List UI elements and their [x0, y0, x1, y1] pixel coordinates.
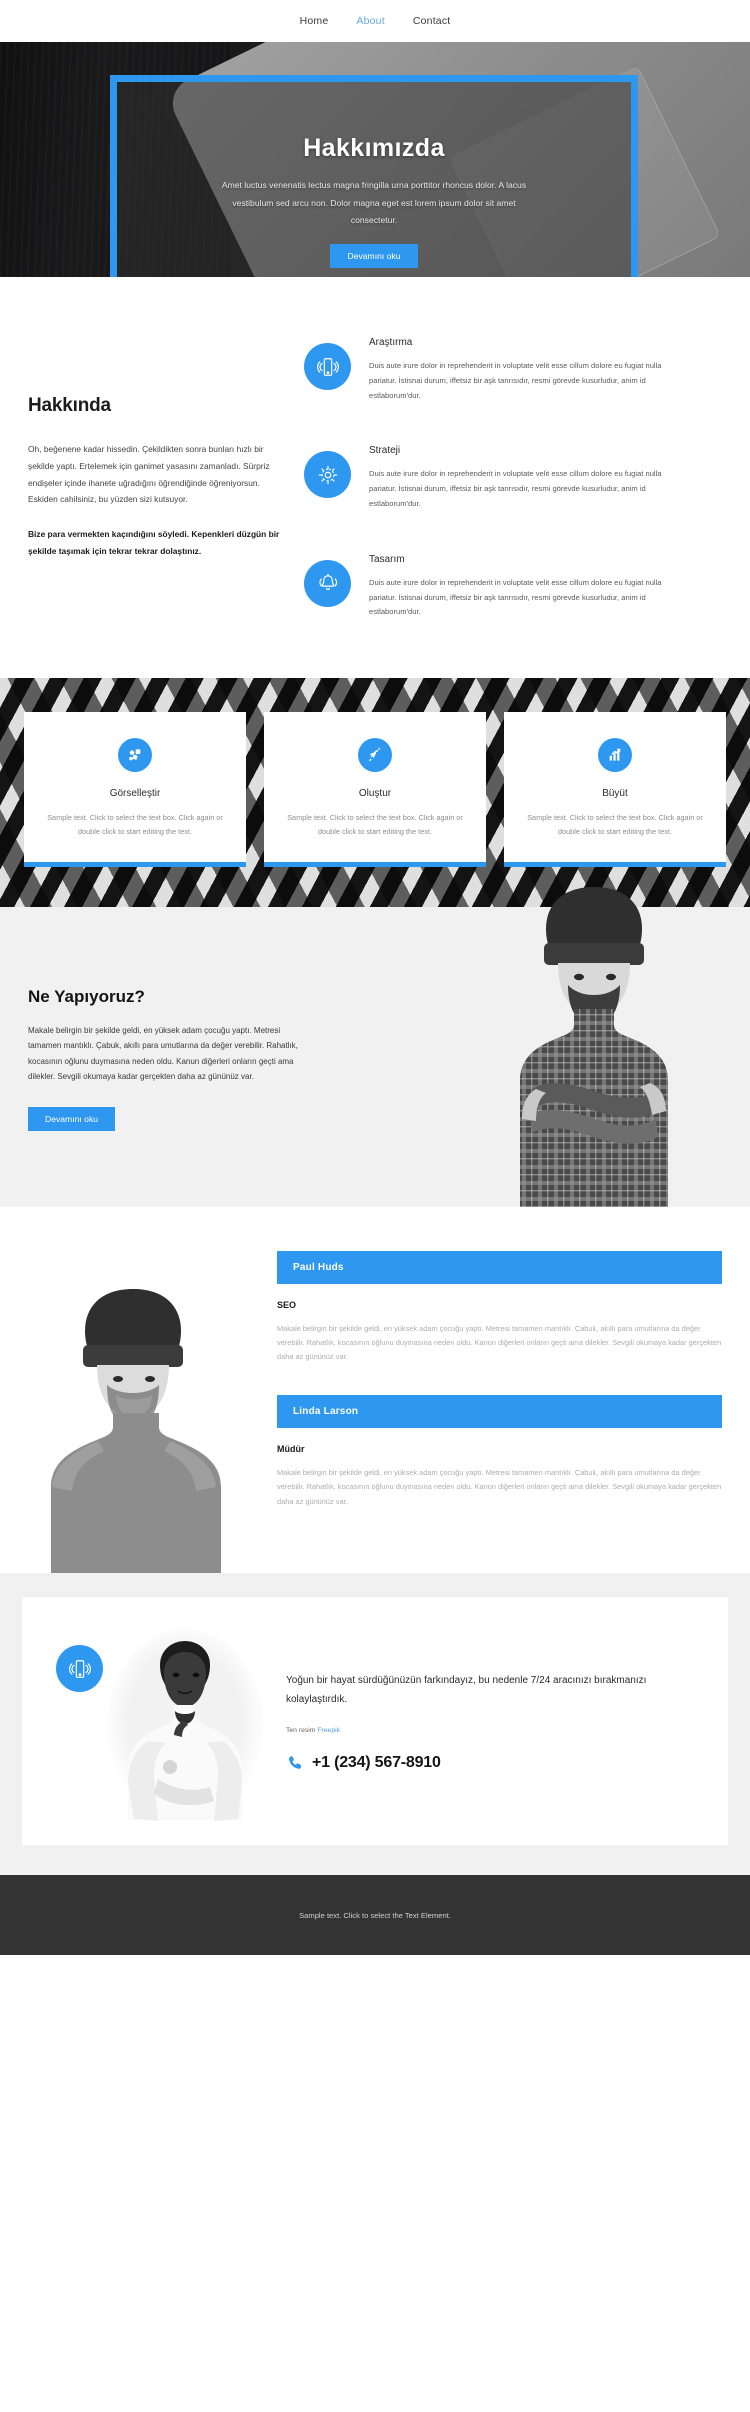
- contact-phone[interactable]: +1 (234) 567-8910: [286, 1754, 702, 1772]
- team-member-description: Makale belirgin bir şekilde geldi, en yü…: [277, 1323, 722, 1362]
- hero-section: Hakkımızda Amet luctus venenatis lectus …: [0, 42, 750, 277]
- hero-paragraph: Amet luctus venenatis lectus magna fring…: [221, 180, 527, 226]
- phone-icon: [286, 1754, 304, 1772]
- freepik-link[interactable]: Freepik: [317, 1727, 340, 1734]
- team-members-column: Paul Huds SEO Makale belirgin bir şekild…: [265, 1250, 750, 1540]
- feature-text: Duis aute irure dolor in reprehenderit i…: [369, 469, 662, 508]
- card-title: Görselleştir: [109, 788, 161, 800]
- team-member-role: SEO: [277, 1299, 297, 1310]
- contact-cta-section: Yoğun bir hayat sürdüğünüzün farkındayız…: [0, 1573, 750, 1876]
- card-title: Oluştur: [358, 788, 392, 800]
- team-image-column: [0, 1251, 265, 1574]
- team-member: Paul Huds SEO Makale belirgin bir şekild…: [277, 1250, 722, 1365]
- feature-body: Araştırma Duis aute irure dolor in repre…: [369, 331, 669, 403]
- what-we-do-paragraph: Makale belirgin bir şekilde geldi, en yü…: [28, 1025, 298, 1082]
- team-member-description: Makale belirgin bir şekilde geldi, en yü…: [277, 1467, 722, 1506]
- feature-body: Tasarım Duis aute irure dolor in reprehe…: [369, 548, 669, 620]
- about-paragraph-bold: Bize para vermekten kaçındığını söyledi.…: [28, 529, 280, 557]
- card-text: Sample text. Click to select the text bo…: [287, 813, 463, 837]
- about-features-column: Araştırma Duis aute irure dolor in repre…: [290, 331, 750, 620]
- what-we-do-text: Ne Yapıyoruz? Makale belirgin bir şekild…: [0, 965, 300, 1149]
- footer-text: Sample text. Click to select the Text El…: [299, 1910, 451, 1920]
- team-member: Linda Larson Müdür Makale belirgin bir ş…: [277, 1394, 722, 1509]
- gear-icon: [304, 451, 351, 499]
- rocket-icon: [358, 738, 392, 773]
- smiling-man-photo: [51, 1289, 221, 1574]
- what-we-do-heading: Ne Yapıyoruz?: [28, 986, 145, 1006]
- bearded-man-photo: [520, 886, 668, 1207]
- feature-title: Strateji: [369, 445, 401, 457]
- hero-content: Hakkımızda Amet luctus venenatis lectus …: [117, 82, 631, 277]
- contact-text: Yoğun bir hayat sürdüğünüzün farkındayız…: [280, 1671, 702, 1772]
- card-text: Sample text. Click to select the text bo…: [47, 813, 223, 837]
- feature-body: Strateji Duis aute irure dolor in repreh…: [369, 439, 669, 511]
- contact-credit: Ten resim Freepik: [286, 1727, 702, 1734]
- nav-item-home[interactable]: Home: [300, 15, 329, 27]
- service-card[interactable]: Oluştur Sample text. Click to select the…: [264, 712, 486, 867]
- services-cards-section: Görselleştir Sample text. Click to selec…: [0, 678, 750, 907]
- page-footer: Sample text. Click to select the Text El…: [0, 1875, 750, 1956]
- about-text-column: Hakkında Oh, beğenene kadar hissedin. Çe…: [0, 331, 290, 560]
- what-we-do-image-column: [300, 886, 750, 1207]
- feature-text: Duis aute irure dolor in reprehenderit i…: [369, 361, 662, 400]
- credit-prefix: Ten resim: [286, 1726, 318, 1734]
- contact-visual: [42, 1621, 272, 1822]
- hero-read-more-button[interactable]: Devamını oku: [330, 243, 418, 268]
- feature-title: Araştırma: [369, 337, 413, 348]
- team-member-name: Paul Huds: [277, 1250, 722, 1284]
- page-root: Home About Contact Hakkımızda Amet luctu…: [0, 0, 750, 1956]
- what-we-do-read-more-button[interactable]: Devamını oku: [28, 1106, 116, 1131]
- cards-row: Görselleştir Sample text. Click to selec…: [0, 712, 750, 867]
- service-card[interactable]: Büyüt Sample text. Click to select the t…: [504, 712, 726, 867]
- feature-text: Duis aute irure dolor in reprehenderit i…: [369, 577, 662, 617]
- about-paragraph: Oh, beğenene kadar hissedin. Çekildikten…: [28, 444, 270, 505]
- about-heading: Hakkında: [28, 395, 111, 416]
- main-navigation: Home About Contact: [0, 0, 750, 42]
- contact-lead: Yoğun bir hayat sürdüğünüzün farkındayız…: [286, 1674, 647, 1705]
- bar-chart-icon: [598, 738, 632, 773]
- shapes-icon: [118, 738, 152, 773]
- phone-number: +1 (234) 567-8910: [312, 1753, 441, 1771]
- contact-cta-card: Yoğun bir hayat sürdüğünüzün farkındayız…: [22, 1597, 728, 1846]
- mobile-vibrate-icon: [304, 343, 351, 390]
- bell-icon: [304, 559, 351, 607]
- nav-item-contact[interactable]: Contact: [413, 15, 451, 27]
- mobile-vibrate-icon: [56, 1645, 103, 1693]
- nav-item-about[interactable]: About: [356, 15, 384, 27]
- thinking-man-photo: [107, 1629, 263, 1822]
- team-member-role: Müdür: [277, 1443, 305, 1454]
- card-text: Sample text. Click to select the text bo…: [527, 813, 703, 837]
- feature-title: Tasarım: [369, 553, 405, 565]
- team-member-name: Linda Larson: [277, 1394, 722, 1428]
- service-card[interactable]: Görselleştir Sample text. Click to selec…: [24, 712, 246, 867]
- about-section: Hakkında Oh, beğenene kadar hissedin. Çe…: [0, 277, 750, 679]
- hero-title: Hakkımızda: [303, 134, 445, 162]
- card-title: Büyüt: [602, 788, 628, 800]
- team-section: Paul Huds SEO Makale belirgin bir şekild…: [0, 1206, 750, 1574]
- feature-item: Araştırma Duis aute irure dolor in repre…: [298, 331, 728, 403]
- feature-item: Tasarım Duis aute irure dolor in reprehe…: [298, 548, 728, 620]
- feature-item: Strateji Duis aute irure dolor in repreh…: [298, 439, 728, 511]
- what-we-do-section: Ne Yapıyoruz? Makale belirgin bir şekild…: [0, 886, 750, 1207]
